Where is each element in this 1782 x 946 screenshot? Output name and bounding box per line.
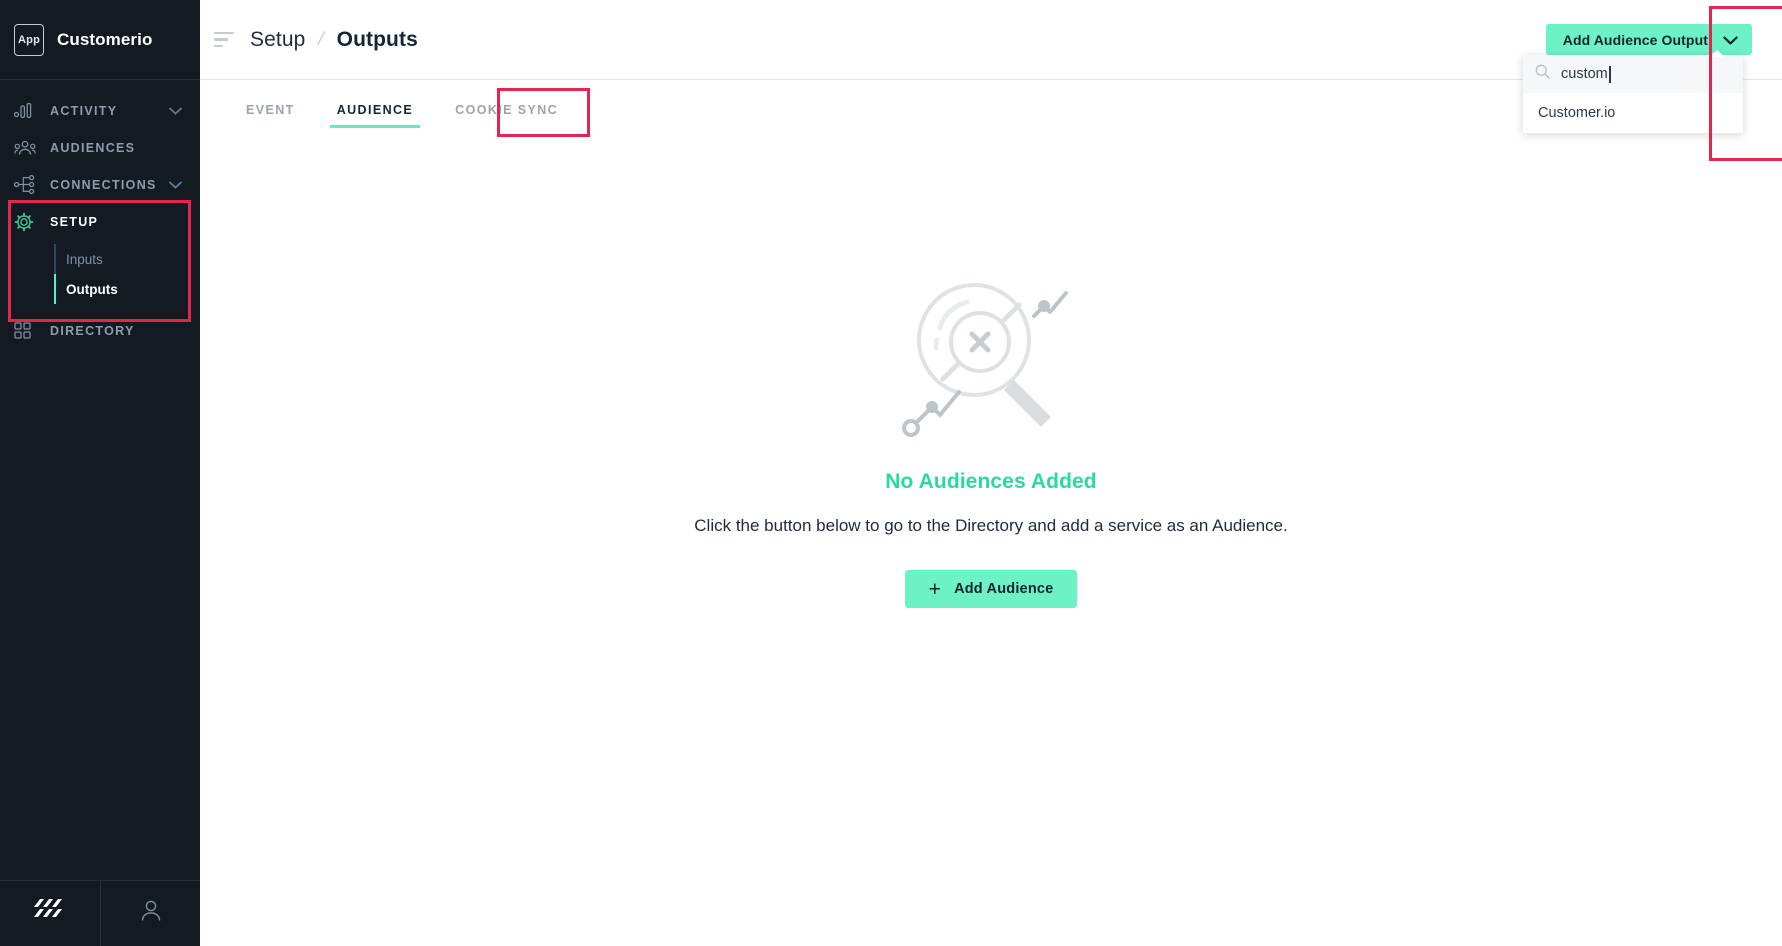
- add-audience-output-label: Add Audience Output: [1562, 31, 1708, 48]
- chevron-down-icon[interactable]: [169, 166, 182, 203]
- sidebar-item-label: ACTIVITY: [50, 103, 118, 118]
- sidebar-item-directory[interactable]: DIRECTORY: [0, 312, 200, 349]
- chevron-down-icon: [1723, 32, 1738, 48]
- sidebar-item-setup[interactable]: SETUP: [0, 203, 200, 240]
- sidebar-item-activity[interactable]: ACTIVITY: [0, 92, 200, 129]
- workspace-name: Customerio: [57, 29, 153, 49]
- sidebar-nav: ACTIVITY AUDIENCES CONNECTIONS SETUP Inp…: [0, 80, 200, 880]
- empty-state-subtitle: Click the button below to go to the Dire…: [694, 516, 1288, 535]
- breadcrumb-current: Outputs: [336, 27, 418, 51]
- sidebar-subitem-label: Outputs: [66, 281, 118, 297]
- stripes-logo-icon: [32, 898, 68, 929]
- breadcrumb-separator: /: [315, 28, 327, 50]
- app-badge-icon: App: [14, 23, 44, 56]
- grid-icon: [14, 321, 38, 341]
- sidebar-item-connections[interactable]: CONNECTIONS: [0, 166, 200, 203]
- add-audience-output-control: Add Audience Output custom Customer.io: [1523, 24, 1752, 133]
- empty-state: No Audiences Added Click the button belo…: [200, 140, 1782, 946]
- breadcrumb-parent[interactable]: Setup: [250, 28, 305, 52]
- dropdown-search-row[interactable]: custom: [1523, 55, 1743, 93]
- dropdown-search-input[interactable]: custom: [1561, 66, 1611, 83]
- tab-label: COOKIE SYNC: [455, 103, 559, 117]
- dropdown-caret: [1709, 50, 1725, 57]
- sidebar-subitem-outputs[interactable]: Outputs: [0, 274, 200, 304]
- gear-icon: [14, 212, 38, 232]
- tab-event[interactable]: EVENT: [236, 80, 305, 140]
- tab-label: EVENT: [246, 103, 295, 117]
- sidebar-brand[interactable]: App Customerio: [0, 0, 200, 80]
- sidebar-footer: [0, 880, 200, 946]
- add-audience-output-dropdown: custom Customer.io: [1523, 55, 1743, 133]
- bar-chart-icon: [14, 101, 38, 121]
- sidebar-subitem-inputs[interactable]: Inputs: [0, 244, 200, 274]
- plus-icon: +: [928, 577, 942, 601]
- tab-cookie-sync[interactable]: COOKIE SYNC: [445, 80, 568, 140]
- dropdown-option-customer-io[interactable]: Customer.io: [1523, 93, 1743, 133]
- user-account-icon: [140, 899, 162, 928]
- sidebar-subitem-label: Inputs: [66, 251, 103, 267]
- collapse-menu-icon[interactable]: [214, 31, 236, 48]
- sidebar-item-label: AUDIENCES: [50, 140, 136, 155]
- main-area: Setup / Outputs EVENT AUDIENCE COOKIE SY…: [200, 0, 1782, 946]
- nodes-icon: [14, 175, 38, 195]
- search-icon: [1535, 64, 1550, 84]
- app-root: App Customerio ACTIVITY AUDIENCES CONNEC…: [0, 0, 1782, 946]
- add-audience-button-label: Add Audience: [954, 581, 1054, 597]
- people-icon: [14, 138, 38, 158]
- sidebar-item-label: SETUP: [50, 214, 99, 229]
- sidebar-logo-button[interactable]: [0, 881, 100, 946]
- sidebar-item-label: DIRECTORY: [50, 323, 135, 338]
- tab-audience[interactable]: AUDIENCE: [327, 80, 423, 140]
- sidebar: App Customerio ACTIVITY AUDIENCES CONNEC…: [0, 0, 200, 946]
- add-audience-button[interactable]: + Add Audience: [904, 570, 1078, 608]
- sidebar-item-label: CONNECTIONS: [50, 177, 157, 192]
- tab-label: AUDIENCE: [336, 103, 414, 117]
- chevron-down-icon[interactable]: [169, 92, 182, 129]
- sidebar-item-audiences[interactable]: AUDIENCES: [0, 129, 200, 166]
- magnifier-no-results-icon: [896, 268, 1086, 448]
- sidebar-subnav-setup: Inputs Outputs: [0, 240, 200, 304]
- sidebar-account-button[interactable]: [100, 881, 200, 946]
- empty-state-title: No Audiences Added: [885, 470, 1097, 493]
